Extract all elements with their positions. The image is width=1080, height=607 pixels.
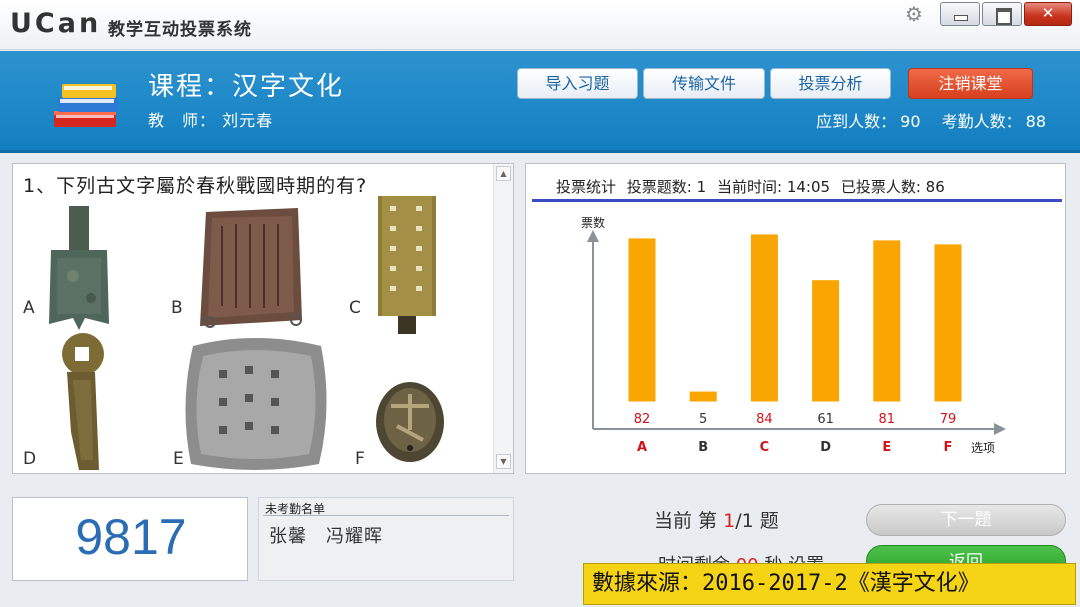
value-label-f: 79 [940, 412, 957, 427]
books-icon [54, 84, 118, 127]
minimize-button[interactable] [940, 2, 980, 26]
scroll-up-icon[interactable]: ▲ [496, 166, 511, 181]
attendance-counts: 应到人数： 90 考勤人数： 88 [812, 108, 1046, 132]
rubbing-image [185, 338, 327, 470]
title-bar: UCan 教学互动投票系统 ⚙ [0, 0, 1080, 50]
question-text: 1、下列古文字屬於春秋戰國時期的有? [23, 175, 368, 197]
data-source-caption: 數據來源：2016-2017-2《漢字文化》 [583, 563, 1076, 605]
stats-title: 投票统计 [556, 178, 617, 196]
option-b-label: B [171, 298, 183, 318]
value-label-d: 61 [817, 412, 834, 427]
scroll-down-icon[interactable]: ▼ [496, 454, 511, 469]
voted-label: 已投票人数: [840, 178, 921, 196]
app-window: UCan 教学互动投票系统 ⚙ 课程：汉字文化 教 师： 刘元春 导入习题 传输… [0, 0, 1080, 607]
absent-list: 未考勤名单 张馨 冯耀晖 [258, 497, 514, 581]
category-label-e: E [882, 440, 891, 455]
option-e-label: E [173, 449, 184, 469]
next-question-button[interactable]: 下一题 [866, 504, 1066, 536]
vote-stats-panel: 投票统计 投票题数: 1 当前时间: 14:05 已投票人数: 86 票数选项 8… [525, 163, 1066, 474]
category-label-f: F [944, 440, 953, 455]
bar-b [689, 391, 717, 402]
knife-coin-image [62, 333, 104, 470]
value-label-b: 5 [699, 412, 707, 427]
time-value: 14:05 [786, 178, 831, 196]
vote-count-value: 1 [696, 178, 707, 196]
value-label-a: 82 [634, 412, 651, 427]
progress-current: 1 [723, 510, 736, 532]
absent-names: 张馨 冯耀晖 [269, 526, 383, 547]
vote-bar-chart: 票数选项 82 A 5 B 84 C 61 D 81 E 79 F [581, 215, 1006, 455]
option-c-label: C [349, 298, 361, 318]
y-axis-arrow-icon [587, 230, 599, 242]
value-label-c: 84 [756, 412, 773, 427]
course-header: 课程：汉字文化 教 师： 刘元春 导入习题 传输文件 投票分析 注销课堂 应到人… [0, 51, 1080, 153]
x-axis-arrow-icon [994, 423, 1006, 435]
vote-analysis-button[interactable]: 投票分析 [770, 68, 891, 99]
category-label-a: A [637, 440, 647, 455]
time-label: 当前时间: [716, 178, 783, 196]
close-button[interactable] [1024, 2, 1072, 26]
app-title: 教学互动投票系统 [108, 20, 252, 40]
x-axis-label: 选项 [971, 441, 995, 455]
bronze-tablet-image [200, 208, 302, 328]
bronze-sword-image [378, 196, 436, 334]
question-scrollbar[interactable]: ▲ ▼ [493, 164, 513, 473]
option-f-label: F [355, 449, 365, 469]
app-logo: UCan [10, 8, 102, 39]
question-progress: 当前 第 1/1 题 [654, 506, 779, 533]
value-label-e: 81 [879, 412, 896, 427]
attendance-label: 考勤人数： [941, 112, 1022, 131]
option-a-label: A [23, 298, 35, 318]
y-axis-label: 票数 [581, 215, 605, 230]
category-label-c: C [760, 440, 770, 455]
bar-f [934, 244, 962, 402]
maximize-button[interactable] [982, 2, 1022, 26]
attendance-value: 88 [1025, 112, 1046, 131]
bar-c [750, 234, 778, 402]
stats-divider [532, 199, 1062, 202]
option-d-label: D [23, 449, 37, 469]
progress-total: /1 题 [735, 510, 779, 532]
category-label-d: D [820, 440, 831, 455]
vote-count-label: 投票题数: [626, 178, 692, 196]
bar-a [628, 238, 656, 402]
voted-value: 86 [925, 178, 945, 196]
course-title: 课程：汉字文化 [148, 72, 345, 102]
import-exercises-button[interactable]: 导入习题 [517, 68, 638, 99]
progress-prefix: 当前 第 [654, 510, 724, 532]
stats-header: 投票统计 投票题数: 1 当前时间: 14:05 已投票人数: 86 [556, 176, 951, 197]
class-code: 9817 [75, 509, 187, 565]
expected-value: 90 [900, 112, 921, 131]
logout-class-button[interactable]: 注销课堂 [908, 68, 1033, 99]
settings-gear-icon[interactable]: ⚙ [903, 3, 925, 25]
expected-label: 应到人数： [816, 112, 897, 131]
question-panel: 1、下列古文字屬於春秋戰國時期的有? A B C D E F ▲ ▼ [12, 163, 514, 474]
category-label-b: B [698, 440, 708, 455]
bar-d [812, 280, 840, 402]
ant-nose-coin-image [376, 382, 444, 462]
absent-list-divider [263, 515, 509, 516]
spade-coin-image [49, 206, 109, 330]
teacher-name: 教 师： 刘元春 [148, 111, 274, 130]
transfer-file-button[interactable]: 传输文件 [643, 68, 765, 99]
bar-e [873, 240, 901, 402]
class-code-box: 9817 [12, 497, 248, 581]
